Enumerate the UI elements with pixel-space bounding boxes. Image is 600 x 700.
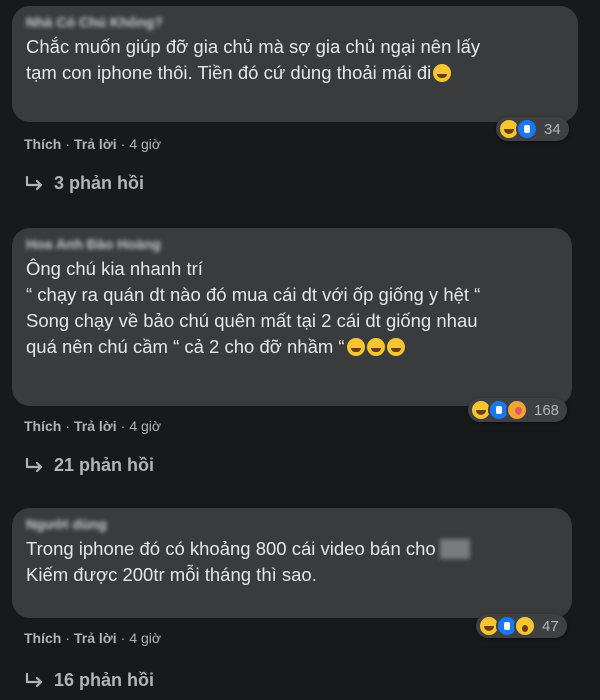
reaction-count: 34 bbox=[544, 120, 561, 138]
reaction-summary[interactable]: 34 bbox=[496, 117, 569, 141]
rofl-emoji-icon bbox=[366, 338, 385, 356]
separator: · bbox=[120, 630, 126, 646]
like-button[interactable]: Thích bbox=[24, 418, 61, 434]
comment-text: Trong iphone đó có khoảng 800 cái video … bbox=[26, 536, 558, 588]
comment-author[interactable]: Nhà Có Chú Không? bbox=[26, 14, 564, 30]
wow-icon bbox=[514, 615, 536, 637]
view-replies-link[interactable]: 16 phản hồi bbox=[24, 670, 154, 691]
view-replies-link[interactable]: 21 phản hồi bbox=[24, 455, 154, 476]
separator: · bbox=[120, 418, 126, 434]
rofl-emoji-icon bbox=[346, 338, 365, 356]
like-icon bbox=[516, 118, 538, 140]
reply-button[interactable]: Trả lời bbox=[74, 136, 117, 152]
tearful-laugh-emoji-icon bbox=[433, 64, 452, 82]
reply-button[interactable]: Trả lời bbox=[74, 418, 117, 434]
separator: · bbox=[65, 136, 71, 152]
reaction-count: 168 bbox=[534, 401, 560, 419]
comment-bubble: Nhà Có Chú Không? Chắc muốn giúp đỡ gia … bbox=[12, 6, 578, 122]
like-button[interactable]: Thích bbox=[24, 136, 61, 152]
replies-count: 3 phản hồi bbox=[54, 173, 144, 193]
separator: · bbox=[65, 418, 71, 434]
reaction-summary[interactable]: 47 bbox=[476, 614, 567, 638]
comment-actions: Thích · Trả lời · 4 giờ bbox=[24, 630, 161, 646]
reaction-summary[interactable]: 168 bbox=[468, 398, 568, 422]
comment-text: Ông chú kia nhanh trí “ chạy ra quán dt … bbox=[26, 258, 481, 357]
view-replies-link[interactable]: 3 phản hồi bbox=[24, 173, 144, 194]
censored-text bbox=[439, 539, 470, 559]
rofl-emoji-icon bbox=[386, 338, 405, 356]
care-icon bbox=[506, 399, 528, 421]
comment-actions: Thích · Trả lời · 4 giờ bbox=[24, 136, 161, 152]
timestamp[interactable]: 4 giờ bbox=[129, 136, 161, 152]
reply-arrow-icon bbox=[25, 672, 43, 687]
separator: · bbox=[120, 136, 126, 152]
comment-bubble: Hoa Anh Đào Hoàng Ông chú kia nhanh trí … bbox=[12, 228, 572, 406]
replies-count: 21 phản hồi bbox=[54, 455, 155, 475]
timestamp[interactable]: 4 giờ bbox=[129, 418, 161, 434]
comment-bubble: Người dùng Trong iphone đó có khoảng 800… bbox=[12, 508, 572, 618]
reply-arrow-icon bbox=[25, 175, 43, 190]
reply-button[interactable]: Trả lời bbox=[74, 630, 117, 646]
like-button[interactable]: Thích bbox=[24, 630, 61, 646]
reaction-count: 47 bbox=[542, 617, 559, 635]
reply-arrow-icon bbox=[25, 457, 43, 472]
timestamp[interactable]: 4 giờ bbox=[129, 630, 161, 646]
comment-text: Chắc muốn giúp đỡ gia chủ mà sợ gia chủ … bbox=[26, 36, 481, 83]
comment-author[interactable]: Người dùng bbox=[26, 516, 126, 532]
comment-author[interactable]: Hoa Anh Đào Hoàng bbox=[26, 236, 558, 252]
replies-count: 16 phản hồi bbox=[54, 670, 155, 690]
separator: · bbox=[65, 630, 71, 646]
comment-actions: Thích · Trả lời · 4 giờ bbox=[24, 418, 161, 434]
